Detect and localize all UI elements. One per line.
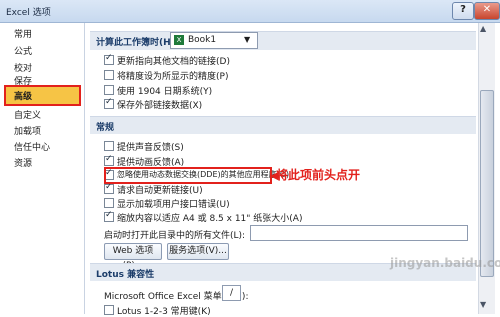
watermark: jingyan.baidu.com <box>390 256 500 270</box>
checkbox-save-external-link-values[interactable] <box>104 97 114 109</box>
section-title: 常规 <box>96 123 115 133</box>
option-label: Lotus 1-2-3 常用键(K) <box>117 307 211 317</box>
option-label: 保存外部链接数据(X) <box>117 101 203 111</box>
section-header-general: 常规 <box>90 116 476 134</box>
checkbox-show-addin-errors[interactable] <box>104 198 114 208</box>
close-icon: ✕ <box>482 4 492 15</box>
scroll-down-arrow-icon[interactable]: ▼ <box>480 300 486 309</box>
sidebar <box>0 23 85 314</box>
sidebar-item-resources[interactable]: 资源 <box>14 156 32 169</box>
checkbox-animation-feedback[interactable] <box>104 154 114 166</box>
section-header-workbook: 计算此工作簿时(H): <box>90 31 476 50</box>
checkbox-update-links[interactable] <box>104 53 114 65</box>
checkbox-precision-as-displayed[interactable] <box>104 70 114 80</box>
startup-folder-input[interactable] <box>250 225 468 241</box>
checkbox-scale-a4-letter[interactable] <box>104 210 114 222</box>
sidebar-item-popular[interactable]: 常用 <box>14 27 32 40</box>
excel-workbook-icon: X <box>174 35 184 45</box>
sidebar-item-proofing[interactable]: 校对 <box>14 61 32 74</box>
title-bar <box>0 0 500 23</box>
sidebar-item-save[interactable]: 保存 <box>14 74 32 87</box>
help-button[interactable]: ? <box>452 2 474 20</box>
option-label: 将精度设为所显示的精度(P) <box>117 72 229 82</box>
option-label: 提供声音反馈(S) <box>117 143 184 153</box>
option-label: 使用 1904 日期系统(Y) <box>117 87 213 97</box>
service-options-button[interactable]: 服务选项(V)... <box>167 243 229 260</box>
option-label: 更新指向其他文档的链接(D) <box>117 57 230 67</box>
help-icon: ? <box>460 4 466 15</box>
web-options-button[interactable]: Web 选项(P)... <box>104 243 162 271</box>
scroll-up-arrow-icon[interactable]: ▲ <box>480 24 486 33</box>
option-label: 请求自动更新链接(U) <box>117 186 203 196</box>
menu-key-input[interactable]: / <box>222 285 241 301</box>
checkbox-sound-feedback[interactable] <box>104 141 114 151</box>
startup-folder-label: 启动时打开此目录中的所有文件(L): <box>104 231 246 241</box>
sidebar-item-trust-center[interactable]: 信任中心 <box>14 140 50 153</box>
option-label: 显示加载项用户接口错误(U) <box>117 200 230 210</box>
section-title: 计算此工作簿时(H): <box>96 38 179 48</box>
option-label: 缩放内容以适应 A4 或 8.5 x 11" 纸张大小(A) <box>117 214 303 224</box>
sidebar-item-addins[interactable]: 加载项 <box>14 124 41 137</box>
checkbox-1904-date-system[interactable] <box>104 85 114 95</box>
annotation-text: 将此项前头点开 <box>276 168 361 182</box>
workbook-select-value: Book1 <box>188 35 217 45</box>
section-title: Lotus 兼容性 <box>96 270 155 280</box>
chevron-down-icon: ▼ <box>244 35 251 44</box>
close-button[interactable]: ✕ <box>474 2 500 20</box>
annotation-highlight-box <box>104 167 272 184</box>
workbook-select[interactable]: X Book1 ▼ <box>170 32 258 49</box>
window-title: Excel 选项 <box>6 8 51 18</box>
checkbox-ask-update-links[interactable] <box>104 182 114 194</box>
sidebar-item-advanced[interactable]: 高级 <box>14 89 32 102</box>
sidebar-item-formulas[interactable]: 公式 <box>14 44 32 57</box>
scrollbar-thumb[interactable] <box>480 90 494 277</box>
sidebar-item-customize[interactable]: 自定义 <box>14 108 41 121</box>
